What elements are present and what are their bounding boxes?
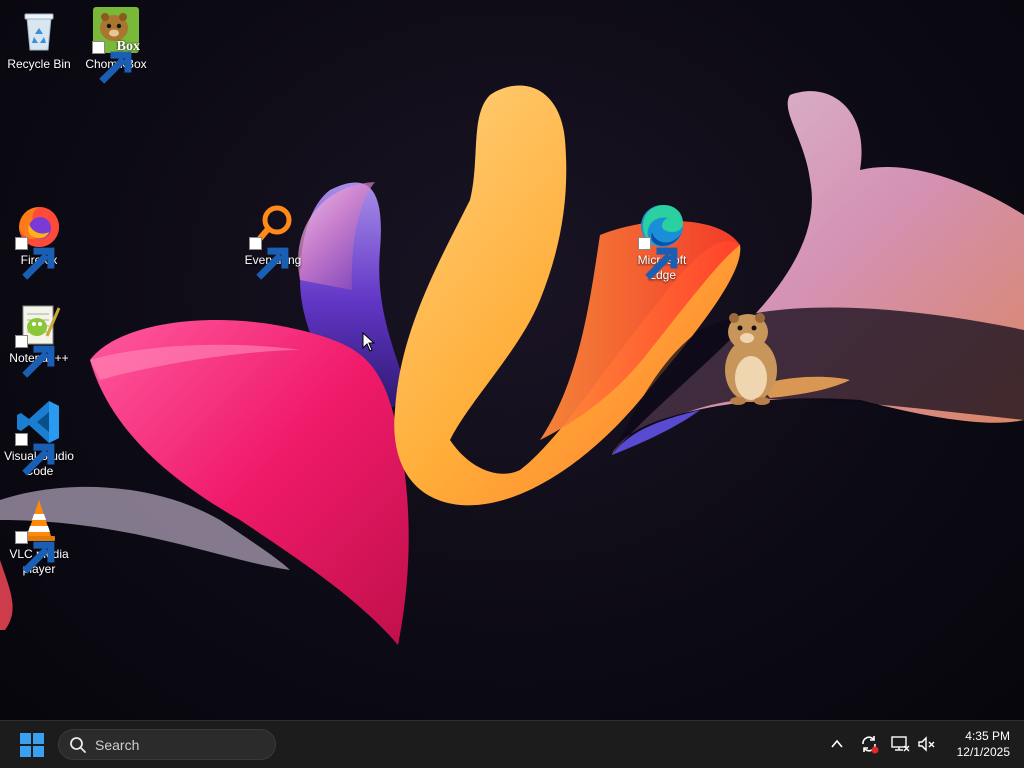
- wallpaper: [0, 85, 1024, 645]
- vscode-icon: [15, 398, 63, 476]
- volume-button[interactable]: [915, 733, 937, 755]
- edge-icon: [638, 202, 686, 280]
- taskbar: Search 4:35 PM 12/1/2025: [0, 720, 1024, 768]
- notepadpp-icon: [15, 300, 63, 378]
- shortcut-arrow-icon: [15, 433, 55, 476]
- shortcut-arrow-icon: [15, 237, 55, 280]
- desktop-icon-label: Recycle Bin: [7, 57, 71, 71]
- network-disconnected-icon: [891, 736, 910, 752]
- shortcut-arrow-icon: [92, 41, 132, 84]
- desktop-icon-everything[interactable]: Everything: [235, 202, 311, 280]
- shortcut-arrow-icon: [15, 335, 55, 378]
- sync-status-button[interactable]: [858, 733, 880, 755]
- firefox-icon: [15, 202, 63, 280]
- search-placeholder: Search: [95, 736, 140, 753]
- desktop-icon-edge[interactable]: Microsoft Edge: [624, 202, 700, 283]
- shortcut-arrow-icon: [15, 531, 55, 574]
- desktop-icon-recycle-bin[interactable]: Recycle Bin: [1, 6, 77, 72]
- mouse-cursor: [362, 332, 376, 352]
- shortcut-arrow-icon: [638, 237, 678, 280]
- desktop-icon-vscode[interactable]: Visual Studio Code: [1, 398, 77, 479]
- chomikbox-icon: Box: [92, 6, 140, 84]
- everything-search-icon: [249, 202, 297, 280]
- recycle-bin-icon: [15, 6, 63, 54]
- desktop-icon-firefox[interactable]: Firefox: [1, 202, 77, 280]
- hamster-mascot[interactable]: [718, 308, 784, 406]
- windows-start-icon: [20, 733, 44, 757]
- volume-muted-icon: [918, 736, 935, 752]
- desktop-icon-vlc[interactable]: VLC media player: [1, 496, 77, 577]
- taskbar-search-box[interactable]: Search: [58, 729, 276, 760]
- desktop-icon-notepadpp[interactable]: Notepad++: [1, 300, 77, 378]
- clock-time: 4:35 PM: [965, 729, 1010, 743]
- clock-date: 12/1/2025: [956, 745, 1010, 759]
- start-button[interactable]: [14, 728, 50, 762]
- network-status-button[interactable]: [889, 733, 911, 755]
- desktop[interactable]: Recycle Bin Box ChomikBox Firefox Everyt…: [0, 0, 1024, 720]
- search-icon: [70, 736, 86, 753]
- taskbar-clock[interactable]: 4:35 PM 12/1/2025: [944, 728, 1010, 760]
- shortcut-arrow-icon: [249, 237, 289, 280]
- show-hidden-icons-button[interactable]: [826, 733, 848, 755]
- desktop-icon-chomikbox[interactable]: Box ChomikBox: [78, 6, 154, 84]
- vlc-icon: [15, 496, 63, 574]
- chevron-up-icon: [831, 739, 843, 748]
- sync-error-icon: [862, 736, 879, 754]
